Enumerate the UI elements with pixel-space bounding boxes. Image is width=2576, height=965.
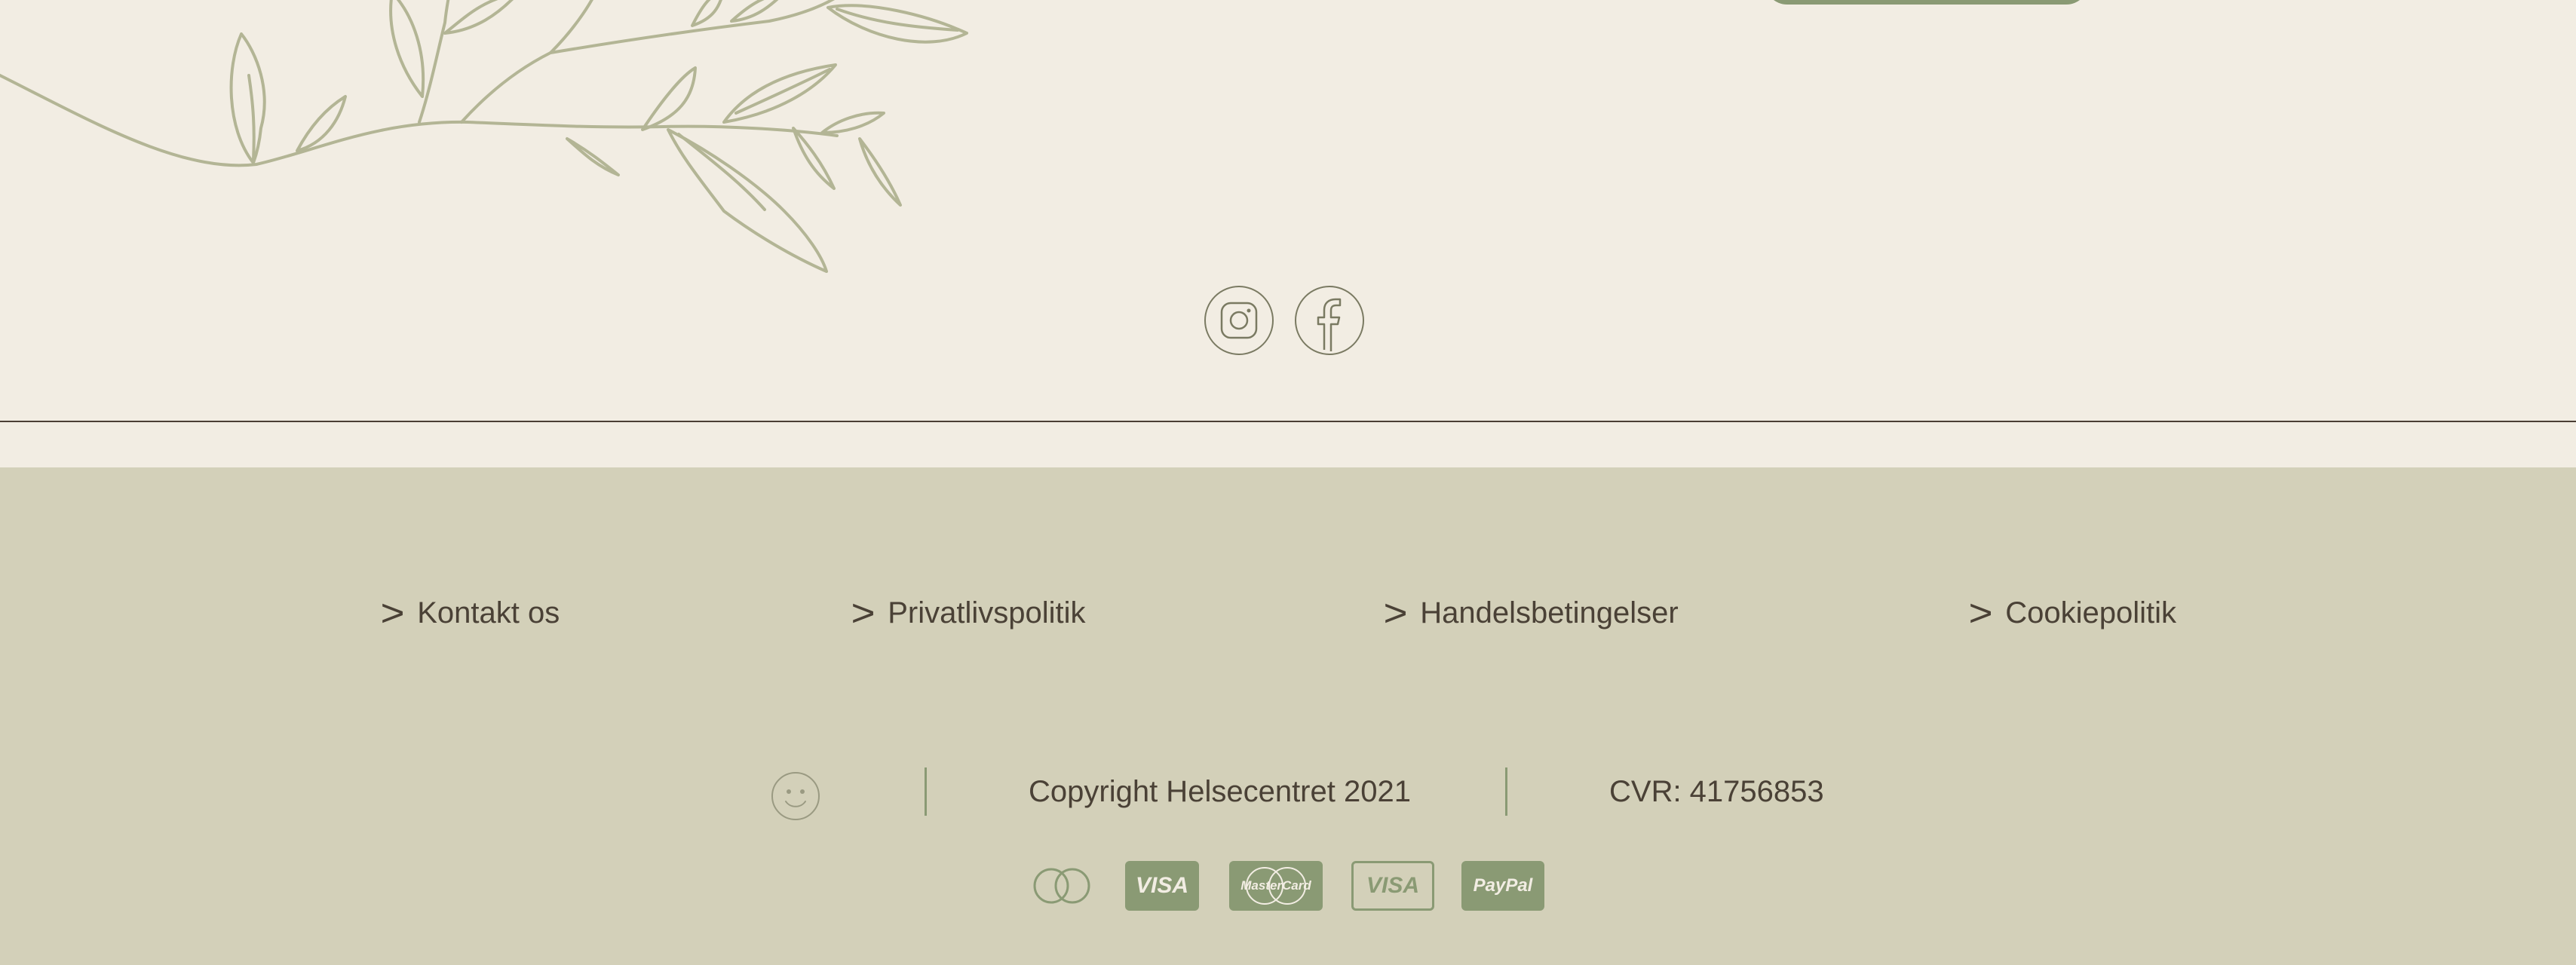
section-divider: [0, 421, 2576, 422]
facebook-icon[interactable]: [1294, 285, 1365, 356]
smiley-icon: [771, 772, 820, 820]
chevron-right-icon: >: [1383, 592, 1408, 634]
top-section: [0, 0, 2576, 421]
separator: [1505, 767, 1507, 816]
copyright-text: Copyright Helsecentret 2021: [1029, 775, 1411, 808]
separator: [925, 767, 927, 816]
footer-link-label: Handelsbetingelser: [1420, 596, 1679, 630]
visa-icon: VISA: [1125, 861, 1199, 911]
footer-link-label: Privatlivspolitik: [888, 596, 1086, 630]
chevron-right-icon: >: [851, 592, 876, 634]
footer-bottom-row: Copyright Helsecentret 2021 CVR: 4175685…: [0, 767, 2576, 820]
footer-link-privatliv[interactable]: > Privatlivspolitik: [851, 592, 1086, 634]
footer-link-label: Kontakt os: [417, 596, 560, 630]
footer-link-handelsbetingelser[interactable]: > Handelsbetingelser: [1383, 592, 1679, 634]
paypal-icon: PayPal: [1461, 861, 1544, 911]
button-fragment[interactable]: [1765, 0, 2089, 5]
social-links: [1204, 285, 1365, 356]
cvr-number: CVR: 41756853: [1609, 775, 1824, 808]
leaf-branch-illustration: [0, 0, 968, 273]
footer-link-cookiepolitik[interactable]: > Cookiepolitik: [1968, 592, 2176, 634]
instagram-icon[interactable]: [1204, 285, 1274, 356]
chevron-right-icon: >: [380, 592, 405, 634]
footer-link-label: Cookiepolitik: [2005, 596, 2176, 630]
mastercard-icon: MasterCard: [1229, 861, 1323, 911]
footer: > Kontakt os > Privatlivspolitik > Hande…: [0, 467, 2576, 965]
footer-link-kontakt[interactable]: > Kontakt os: [380, 592, 560, 634]
visa-outline-icon: VISA: [1351, 861, 1434, 911]
chevron-right-icon: >: [1968, 592, 1993, 634]
maestro-icon: [1033, 868, 1090, 904]
